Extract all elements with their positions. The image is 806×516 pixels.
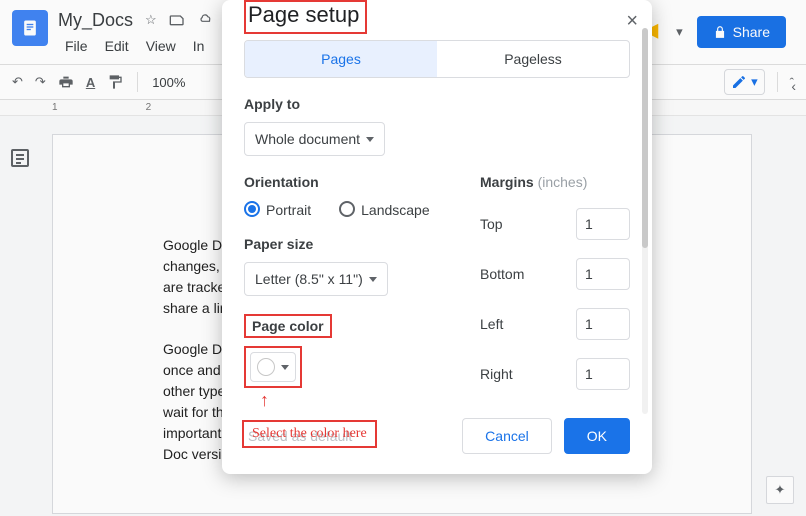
cancel-button[interactable]: Cancel xyxy=(462,418,552,454)
dialog-scrollbar[interactable] xyxy=(642,28,648,414)
margin-bottom-input[interactable] xyxy=(576,258,630,290)
page-setup-dialog: × Page setup Pages Pageless Apply to Who… xyxy=(222,0,652,474)
apply-to-value: Whole document xyxy=(255,131,360,147)
caret-down-icon xyxy=(369,277,377,282)
paper-size-dropdown[interactable]: Letter (8.5" x 11") xyxy=(244,262,388,296)
portrait-label: Portrait xyxy=(266,202,311,218)
margin-left-input[interactable] xyxy=(576,308,630,340)
margin-bottom-label: Bottom xyxy=(480,266,564,282)
radio-portrait[interactable]: Portrait xyxy=(244,202,311,218)
caret-down-icon xyxy=(366,137,374,142)
caret-down-icon xyxy=(281,365,289,370)
page-color-label: Page color xyxy=(244,314,332,338)
orientation-label: Orientation xyxy=(244,174,440,190)
annotation-arrow-icon: ↑ xyxy=(260,390,269,411)
close-icon[interactable]: × xyxy=(626,10,638,33)
apply-to-dropdown[interactable]: Whole document xyxy=(244,122,385,156)
color-swatch-icon xyxy=(257,358,275,376)
margin-top-label: Top xyxy=(480,216,564,232)
paper-size-label: Paper size xyxy=(244,236,440,252)
paper-size-value: Letter (8.5" x 11") xyxy=(255,271,363,287)
dialog-title: Page setup xyxy=(244,0,367,34)
margin-top-input[interactable] xyxy=(576,208,630,240)
margin-left-label: Left xyxy=(480,316,564,332)
ok-button[interactable]: OK xyxy=(564,418,630,454)
annotation-callout: Select the color here xyxy=(242,420,377,448)
margin-right-input[interactable] xyxy=(576,358,630,390)
landscape-label: Landscape xyxy=(361,202,430,218)
radio-landscape[interactable]: Landscape xyxy=(339,202,430,218)
page-color-dropdown[interactable] xyxy=(250,352,296,382)
tab-pageless[interactable]: Pageless xyxy=(437,41,629,77)
margin-right-label: Right xyxy=(480,366,564,382)
dialog-tabs: Pages Pageless xyxy=(244,40,630,78)
apply-to-label: Apply to xyxy=(244,96,630,112)
margins-label: Margins (inches) xyxy=(480,174,630,190)
tab-pages[interactable]: Pages xyxy=(245,41,437,77)
